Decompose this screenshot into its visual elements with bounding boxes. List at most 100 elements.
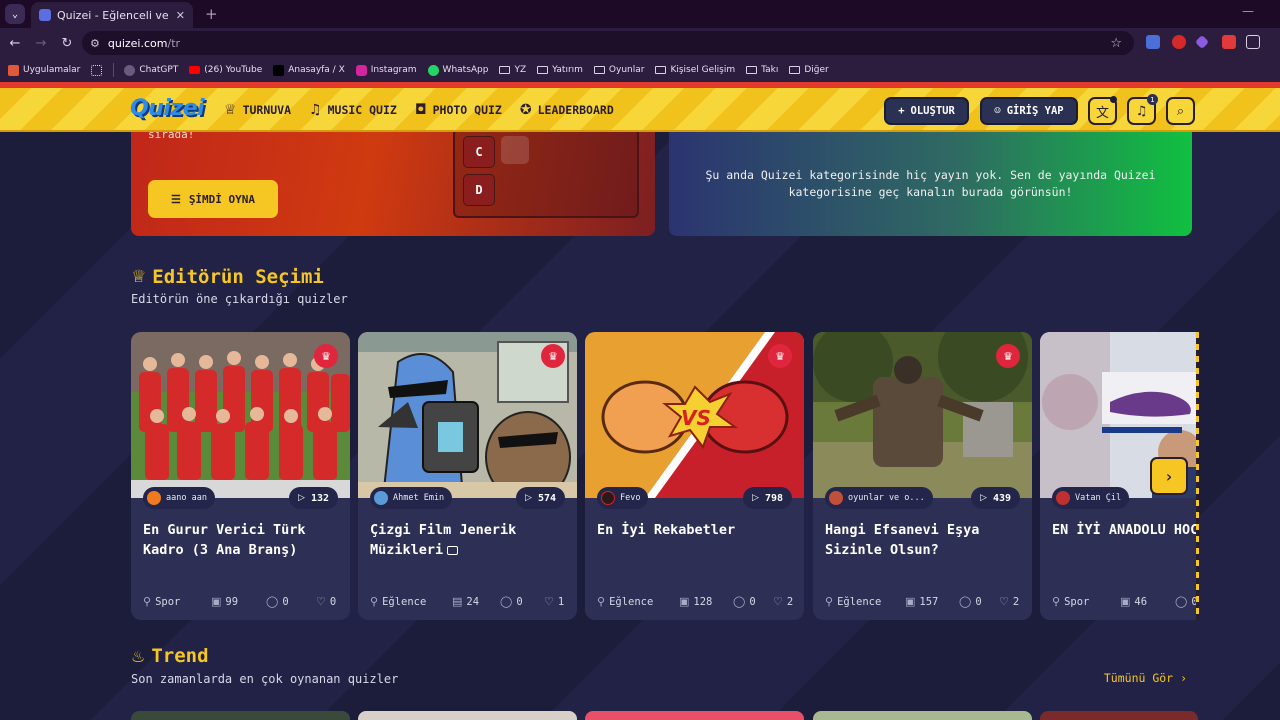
- extensions-puzzle-icon[interactable]: [1246, 35, 1260, 49]
- bookmark-instagram[interactable]: Instagram: [355, 64, 417, 76]
- create-button[interactable]: + OLUŞTUR: [884, 97, 969, 125]
- quiz-card[interactable]: ♛ aano aan ▷ 132 En Gurur Verici Türk Ka…: [131, 332, 350, 620]
- nav-leaderboard[interactable]: ✪ LEADERBOARD: [520, 102, 614, 118]
- nav-photo-quiz[interactable]: ◘ PHOTO QUIZ: [415, 102, 502, 118]
- bookmark-folder-oyunlar[interactable]: Oyunlar: [593, 65, 644, 75]
- comment-icon: ◯: [266, 595, 279, 608]
- bookmark-grid[interactable]: [91, 64, 103, 76]
- category[interactable]: ⚲ Eğlence: [597, 595, 679, 608]
- card-meta: Fevo ▷ 798: [585, 487, 804, 509]
- editor-crown-icon: ♛: [768, 344, 792, 368]
- quiz-author[interactable]: Vatan Çil: [1052, 487, 1130, 509]
- quiz-author[interactable]: Fevo: [597, 487, 649, 509]
- site-logo[interactable]: Quizei: [130, 96, 205, 121]
- bookmark-whatsapp[interactable]: WhatsApp: [427, 64, 488, 76]
- bookmark-x[interactable]: Anasayfa / X: [273, 64, 345, 76]
- play-count-value: 132: [310, 492, 329, 504]
- notifications-button[interactable]: ♫ 1: [1127, 94, 1158, 125]
- like-count[interactable]: ♡ 2: [999, 595, 1019, 608]
- category[interactable]: ⚲ Spor: [1052, 595, 1120, 608]
- nav-music-quiz[interactable]: ♫ MUSIC QUIZ: [309, 102, 397, 118]
- search-button[interactable]: ⌕: [1166, 97, 1195, 125]
- forward-arrow-icon[interactable]: →: [28, 36, 54, 51]
- play-now-label: ŞİMDİ OYNA: [188, 192, 256, 206]
- new-tab-button[interactable]: +: [205, 5, 218, 23]
- trend-card-preview[interactable]: [1040, 711, 1198, 720]
- nav-label: MUSIC QUIZ: [327, 103, 397, 117]
- tab-search-chevron-icon[interactable]: ⌄: [5, 4, 25, 24]
- quiz-title[interactable]: EN İYİ ANADOLU HOCALARI: [1052, 520, 1199, 540]
- address-bar[interactable]: ⚙ quizei.com/tr ☆: [82, 31, 1134, 55]
- bookmark-label: Uygulamalar: [23, 65, 81, 75]
- language-button[interactable]: 文: [1088, 96, 1117, 125]
- reload-icon[interactable]: ↻: [54, 36, 80, 51]
- quiz-author[interactable]: aano aan: [143, 487, 215, 509]
- bookmark-apps[interactable]: Uygulamalar: [8, 64, 81, 76]
- category-icon: ⚲: [825, 595, 834, 608]
- quiz-card[interactable]: VS ♛ Fevo ▷ 798 En İyi Rekabetler ⚲ Eğlen…: [585, 332, 804, 620]
- editors-pick-subtitle: Editörün öne çıkardığı quizler: [131, 292, 348, 306]
- browser-toolbar: ← → ↻ ⚙ quizei.com/tr ☆: [0, 28, 1280, 58]
- award-icon: ✪: [519, 102, 532, 118]
- quiz-card[interactable]: ♛ oyunlar ve o... ▷ 439 Hangi Efsanevi E…: [813, 332, 1032, 620]
- nav-label: TURNUVA: [242, 103, 292, 117]
- tab-close-icon[interactable]: ✕: [176, 9, 185, 22]
- login-button[interactable]: ☺ GİRİŞ YAP: [980, 97, 1078, 125]
- window-minimize-button[interactable]: —: [1242, 4, 1254, 18]
- heart-icon: ♡: [999, 595, 1009, 608]
- extension-red-icon[interactable]: [1172, 35, 1186, 49]
- quiz-author[interactable]: Ahmet Emin: [370, 487, 453, 509]
- carousel-next-button[interactable]: ›: [1150, 457, 1188, 495]
- bookmark-folder-yz[interactable]: YZ: [499, 65, 526, 75]
- extension-pen-icon[interactable]: [1194, 34, 1210, 50]
- bookmark-folder-diger[interactable]: Diğer: [789, 65, 829, 75]
- bookmark-star-icon[interactable]: ☆: [1110, 36, 1122, 51]
- trophy-icon: ♕: [224, 102, 237, 118]
- bookmark-folder-yatirim[interactable]: Yatırım: [537, 65, 583, 75]
- category[interactable]: ⚲ Eğlence: [825, 595, 905, 608]
- translate-extension-icon[interactable]: [1146, 35, 1160, 49]
- comment-count: ◯ 0: [1175, 595, 1198, 608]
- quiz-title[interactable]: En Gurur Verici Türk Kadro (3 Ana Branş): [143, 520, 343, 560]
- trend-card-preview[interactable]: [585, 711, 804, 720]
- question-count-value: 46: [1134, 595, 1148, 608]
- card-meta: aano aan ▷ 132: [131, 487, 350, 509]
- trend-heading: Trend: [151, 645, 209, 667]
- bookmark-youtube[interactable]: (26) YouTube: [189, 65, 262, 75]
- bookmark-folder-taki[interactable]: Takı: [746, 65, 778, 75]
- plus-icon: +: [898, 105, 905, 117]
- trend-card-preview[interactable]: [358, 711, 577, 720]
- like-count[interactable]: ♡ 0: [316, 595, 336, 608]
- comment-icon: ◯: [1175, 595, 1188, 608]
- like-count[interactable]: ♡ 1: [544, 595, 564, 608]
- like-count[interactable]: ♡ 2: [773, 595, 793, 608]
- bookmark-label: ChatGPT: [139, 65, 179, 75]
- bookmark-label: Kişisel Gelişim: [670, 65, 736, 75]
- quiz-title[interactable]: Hangi Efsanevi Eşya Sizinle Olsun?: [825, 520, 1025, 560]
- folder-icon: [537, 66, 549, 74]
- quiz-title[interactable]: En İyi Rekabetler: [597, 520, 797, 540]
- quiz-card[interactable]: ♛ Ahmet Emin ▷ 574 Çizgi Film Jenerik Mü…: [358, 332, 577, 620]
- play-now-button[interactable]: ☰ ŞİMDİ OYNA: [148, 180, 278, 218]
- comment-count: ◯ 0: [959, 595, 999, 608]
- extension-adblock-icon[interactable]: [1222, 35, 1236, 49]
- tab-title: Quizei - Eğlenceli ve etkileşimli...: [57, 8, 170, 22]
- site-settings-icon[interactable]: ⚙: [90, 37, 100, 50]
- see-all-link[interactable]: Tümünü Gör ›: [1104, 671, 1187, 685]
- back-arrow-icon[interactable]: ←: [2, 36, 28, 51]
- quiz-title[interactable]: Çizgi Film Jenerik Müzikleri: [370, 520, 570, 560]
- trend-card-preview[interactable]: [813, 711, 1032, 720]
- camera-icon: ◘: [414, 102, 427, 118]
- avatar: [147, 491, 161, 505]
- category[interactable]: ⚲ Eğlence: [370, 595, 452, 608]
- browser-tab[interactable]: Quizei - Eğlenceli ve etkileşimli... ✕: [31, 2, 193, 28]
- bookmark-folder-kisisel-gelisim[interactable]: Kişisel Gelişim: [655, 65, 735, 75]
- url-path: /tr: [167, 36, 181, 50]
- trend-card-preview[interactable]: [131, 711, 350, 720]
- user-icon: ☺: [994, 105, 1001, 117]
- quiz-author[interactable]: oyunlar ve o...: [825, 487, 933, 509]
- bookmark-chatgpt[interactable]: ChatGPT: [124, 64, 179, 76]
- nav-turnuva[interactable]: ♕ TURNUVA: [224, 102, 291, 118]
- editors-pick-title: ♕ Editörün Seçimi: [131, 266, 324, 288]
- category[interactable]: ⚲ Spor: [143, 595, 211, 608]
